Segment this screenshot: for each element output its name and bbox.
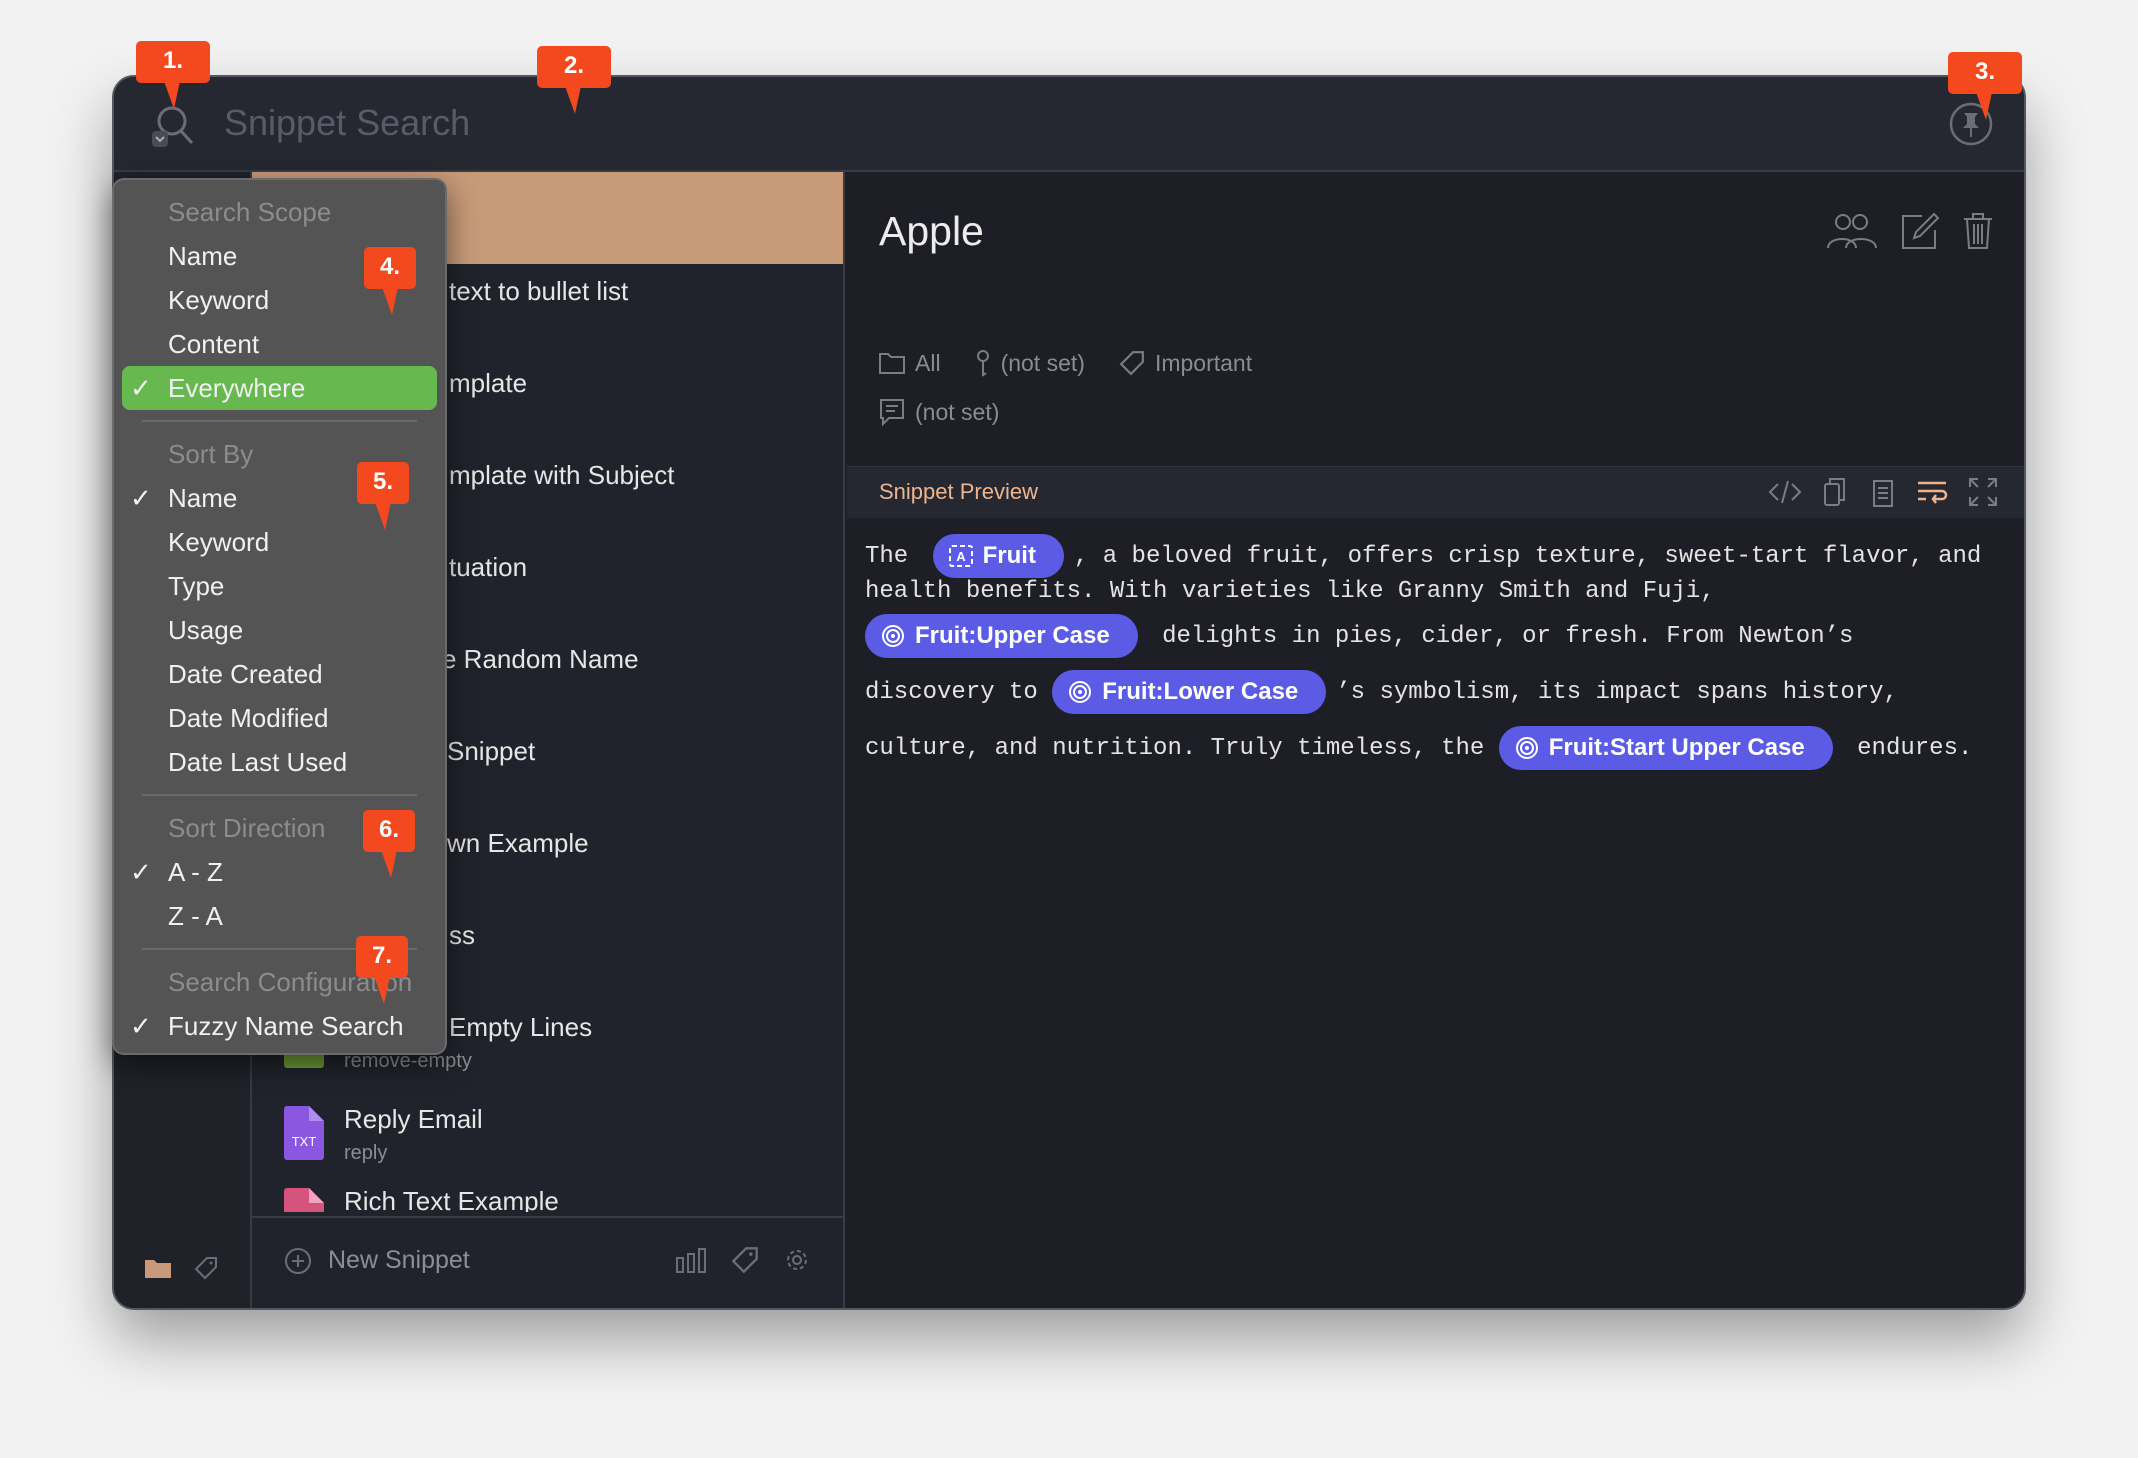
txt-file-icon: TXT — [284, 1106, 324, 1160]
edit-icon[interactable] — [1900, 212, 1940, 250]
list-item-title: text to bullet list — [449, 276, 629, 306]
placeholder-chip[interactable]: Fruit:Lower Case — [1052, 670, 1327, 714]
snippet-detail: Apple All (not set) Important (not set) … — [847, 172, 2024, 1308]
folder-icon[interactable] — [144, 1257, 172, 1279]
callout-3: 3. — [1948, 52, 2022, 120]
paste-list-icon[interactable] — [1868, 477, 1896, 507]
menu-header-search-scope: Search Scope — [168, 197, 332, 227]
list-item-title: e Random Name — [442, 644, 639, 674]
snippet-meta: All (not set) Important — [879, 349, 1252, 377]
description-value[interactable]: (not set) — [915, 399, 999, 426]
trash-icon[interactable] — [1962, 212, 1994, 250]
list-item-title: wn Example — [447, 828, 589, 858]
callout-4: 4. — [364, 247, 416, 315]
list-footer: New Snippet — [252, 1216, 843, 1308]
target-icon — [1069, 681, 1092, 703]
tag-icon[interactable] — [194, 1256, 218, 1280]
callout-7: 7. — [356, 936, 408, 1004]
tag-value[interactable]: Important — [1155, 350, 1252, 377]
svg-text:A: A — [956, 549, 966, 564]
snippet-preview: The A Fruit, a beloved fruit, offers cris… — [865, 534, 1981, 770]
folder-icon — [879, 353, 905, 374]
menu-item-sort-date-created[interactable]: Date Created — [122, 652, 437, 696]
list-item[interactable]: TXT Reply Email reply — [252, 1092, 843, 1184]
new-snippet-button[interactable]: New Snippet — [284, 1246, 470, 1275]
comment-icon — [880, 399, 904, 426]
tag-icon — [1119, 351, 1144, 376]
checkmark-icon: ✓ — [130, 857, 152, 887]
list-item-keyword: reply — [344, 1142, 388, 1164]
preview-toolbar: Snippet Preview — [847, 466, 2024, 518]
list-item-title: ss — [449, 920, 475, 950]
menu-item-scope-everywhere[interactable]: ✓ Everywhere — [122, 366, 437, 410]
snippet-title: Apple — [879, 208, 984, 254]
list-item-title: Snippet — [447, 736, 536, 766]
word-wrap-icon[interactable] — [1916, 477, 1948, 507]
text-field-icon: A — [948, 545, 973, 567]
menu-item-sort-date-last-used[interactable]: Date Last Used — [122, 740, 437, 784]
plus-circle-icon — [285, 1247, 311, 1274]
callout-5: 5. — [357, 462, 409, 530]
placeholder-chip[interactable]: A Fruit — [932, 534, 1064, 578]
menu-item-fuzzy-name-search[interactable]: ✓ Fuzzy Name Search — [122, 1004, 437, 1048]
menu-item-sort-usage[interactable]: Usage — [122, 608, 437, 652]
svg-text:TXT: TXT — [292, 1134, 317, 1149]
callout-6: 6. — [363, 810, 415, 878]
list-item-title: Rich Text Example — [344, 1186, 559, 1212]
checkmark-icon: ✓ — [130, 1011, 152, 1041]
share-users-icon[interactable] — [1826, 212, 1878, 250]
menu-separator — [142, 794, 417, 796]
tag-icon[interactable] — [731, 1246, 759, 1274]
list-item-title: tuation — [449, 552, 528, 582]
list-item-title: mplate with Subject — [449, 460, 675, 490]
checkmark-icon: ✓ — [130, 373, 152, 403]
checkmark-icon: ✓ — [130, 483, 152, 513]
callout-1: 1. — [136, 41, 210, 109]
statistics-icon[interactable] — [675, 1246, 707, 1274]
placeholder-chip[interactable]: Fruit:Start Upper Case — [1498, 726, 1833, 770]
callout-2: 2. — [537, 46, 611, 114]
search-header — [114, 77, 2024, 172]
placeholder-chip[interactable]: Fruit:Upper Case — [865, 614, 1138, 658]
preview-title: Snippet Preview — [879, 479, 1038, 504]
key-icon — [976, 350, 989, 377]
list-item-title: Empty Lines — [449, 1012, 593, 1042]
fullscreen-icon[interactable] — [1968, 477, 1998, 507]
list-item[interactable]: Rich Text Example — [252, 1184, 843, 1212]
gear-icon[interactable] — [783, 1246, 811, 1274]
search-input[interactable] — [224, 95, 1724, 151]
copy-icon[interactable] — [1822, 477, 1848, 507]
menu-item-scope-content[interactable]: Content — [122, 322, 437, 366]
code-icon[interactable] — [1768, 477, 1802, 507]
target-icon — [882, 625, 904, 647]
menu-item-sort-type[interactable]: Type — [122, 564, 437, 608]
rich-text-file-icon — [284, 1188, 324, 1212]
folder-value[interactable]: All — [915, 350, 941, 377]
menu-separator — [142, 420, 417, 422]
menu-item-sort-z-a[interactable]: Z - A — [122, 894, 437, 938]
keyword-value[interactable]: (not set) — [1001, 350, 1085, 377]
list-item-title: Reply Email — [344, 1104, 483, 1134]
list-item-title: mplate — [449, 368, 528, 398]
target-icon — [1515, 737, 1538, 759]
menu-item-sort-date-modified[interactable]: Date Modified — [122, 696, 437, 740]
snippet-description: (not set) — [879, 398, 999, 426]
